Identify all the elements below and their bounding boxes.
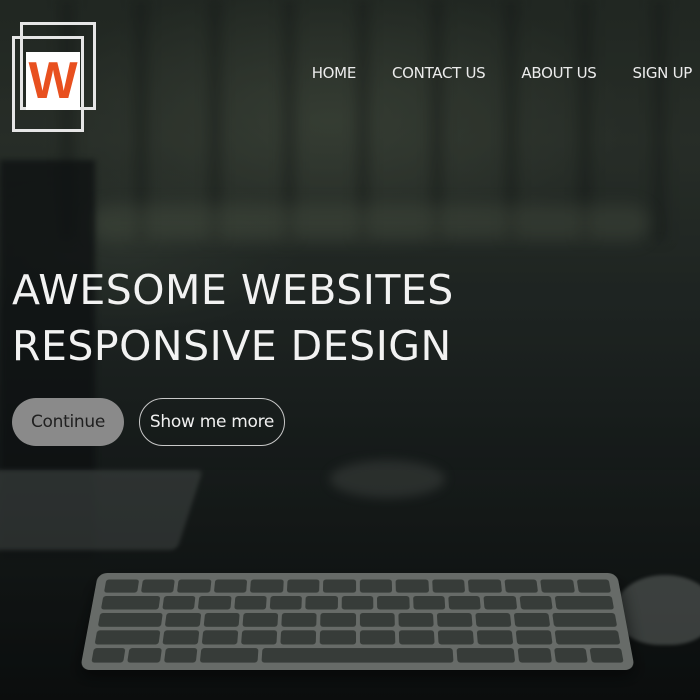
- hero-headline-line-2: RESPONSIVE DESIGN: [12, 322, 452, 370]
- nav-home[interactable]: HOME: [312, 64, 357, 82]
- nav-about-us[interactable]: ABOUT US: [521, 64, 596, 82]
- continue-button[interactable]: Continue: [12, 398, 124, 446]
- nav-contact-us[interactable]: CONTACT US: [392, 64, 486, 82]
- logo-letter: W: [26, 52, 80, 110]
- hero-section: W HOME CONTACT US ABOUT US SIGN UP AWESO…: [0, 0, 700, 700]
- nav-sign-up[interactable]: SIGN UP: [633, 64, 693, 82]
- site-logo[interactable]: W: [12, 22, 96, 134]
- main-nav: HOME CONTACT US ABOUT US SIGN UP: [312, 64, 693, 82]
- show-me-more-button[interactable]: Show me more: [139, 398, 285, 446]
- hero-headline: AWESOME WEBSITES RESPONSIVE DESIGN: [12, 262, 454, 374]
- hero-headline-line-1: AWESOME WEBSITES: [12, 266, 454, 314]
